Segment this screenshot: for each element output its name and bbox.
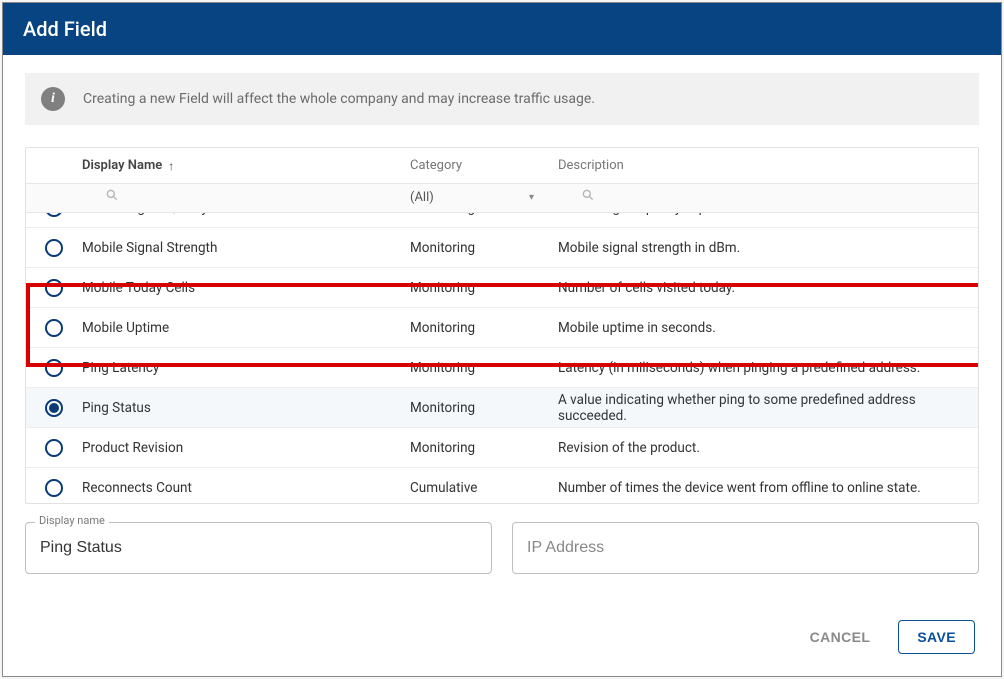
dialog-footer: CANCEL SAVE: [3, 598, 1001, 676]
cancel-button[interactable]: CANCEL: [800, 621, 881, 653]
filter-category-select[interactable]: (All) ▾: [410, 190, 558, 205]
save-button[interactable]: SAVE: [898, 620, 975, 654]
row-description: Mobile signal quality in percent.: [558, 213, 978, 216]
table-row[interactable]: Mobile UptimeMonitoringMobile uptime in …: [26, 308, 978, 348]
table-row[interactable]: Ping LatencyMonitoringLatency (in milise…: [26, 348, 978, 388]
header-description[interactable]: Description: [558, 158, 978, 173]
row-name: Mobile Today Cells: [82, 280, 410, 296]
row-radio[interactable]: [45, 479, 63, 497]
row-category: Monitoring: [410, 320, 558, 336]
ip-address-input-wrap: [512, 522, 979, 574]
row-radio[interactable]: [45, 439, 63, 457]
table-row[interactable]: Mobile Signal QualityMonitoringMobile si…: [26, 213, 978, 228]
search-icon: [581, 188, 595, 202]
dialog-title: Add Field: [3, 3, 1001, 55]
row-category: Monitoring: [410, 440, 558, 456]
row-name: Mobile Signal Strength: [82, 240, 410, 256]
row-name: Mobile Signal Quality: [82, 213, 410, 216]
info-icon: i: [41, 87, 65, 111]
filter-category-value: (All): [410, 190, 434, 205]
row-category: Monitoring: [410, 280, 558, 296]
row-radio[interactable]: [45, 359, 63, 377]
row-category: Monitoring: [410, 240, 558, 256]
add-field-dialog: Add Field i Creating a new Field will af…: [2, 2, 1002, 677]
row-description: Number of cells visited today.: [558, 280, 978, 296]
sort-ascending-icon: ↑: [168, 159, 174, 173]
table-row[interactable]: Mobile Today CellsMonitoringNumber of ce…: [26, 268, 978, 308]
header-display-name[interactable]: Display Name ↑: [82, 158, 410, 173]
row-category: Monitoring: [410, 360, 558, 376]
inputs-row: Display name: [25, 522, 979, 574]
row-radio[interactable]: [45, 319, 63, 337]
row-category: Cumulative: [410, 480, 558, 496]
rows-viewport[interactable]: Mobile Signal QualityMonitoringMobile si…: [26, 213, 978, 503]
display-name-input[interactable]: [25, 522, 492, 574]
search-icon: [105, 188, 119, 202]
row-name: Ping Status: [82, 400, 410, 416]
row-description: Revision of the product.: [558, 440, 978, 456]
header-category[interactable]: Category: [410, 158, 558, 173]
table-row[interactable]: Reconnects CountCumulativeNumber of time…: [26, 468, 978, 503]
header-display-name-label: Display Name: [82, 158, 162, 173]
fields-table: Display Name ↑ Category Description (All…: [25, 147, 979, 504]
ip-address-input[interactable]: [512, 522, 979, 574]
row-name: Mobile Uptime: [82, 320, 410, 336]
row-radio[interactable]: [45, 399, 63, 417]
filter-description-search[interactable]: [558, 188, 978, 206]
row-description: A value indicating whether ping to some …: [558, 392, 978, 424]
row-description: Mobile signal strength in dBm.: [558, 240, 978, 256]
filter-name-search[interactable]: [82, 188, 410, 206]
info-text: Creating a new Field will affect the who…: [83, 91, 595, 107]
row-radio[interactable]: [45, 239, 63, 257]
row-description: Latency (in miliseconds) when pinging a …: [558, 360, 978, 376]
row-name: Product Revision: [82, 440, 410, 456]
dialog-body: i Creating a new Field will affect the w…: [3, 55, 1001, 598]
table-header: Display Name ↑ Category Description: [26, 148, 978, 184]
row-category: Monitoring: [410, 213, 558, 216]
row-radio[interactable]: [45, 279, 63, 297]
row-radio[interactable]: [45, 213, 63, 217]
row-name: Reconnects Count: [82, 480, 410, 496]
display-name-label: Display name: [35, 514, 109, 527]
table-row[interactable]: Product RevisionMonitoringRevision of th…: [26, 428, 978, 468]
filter-row: (All) ▾: [26, 184, 978, 213]
chevron-down-icon: ▾: [529, 192, 534, 203]
row-name: Ping Latency: [82, 360, 410, 376]
row-category: Monitoring: [410, 400, 558, 416]
row-description: Number of times the device went from off…: [558, 480, 978, 496]
table-row[interactable]: Ping StatusMonitoringA value indicating …: [26, 388, 978, 428]
table-row[interactable]: Mobile Signal StrengthMonitoringMobile s…: [26, 228, 978, 268]
info-banner: i Creating a new Field will affect the w…: [25, 73, 979, 125]
row-description: Mobile uptime in seconds.: [558, 320, 978, 336]
display-name-input-wrap: Display name: [25, 522, 492, 574]
